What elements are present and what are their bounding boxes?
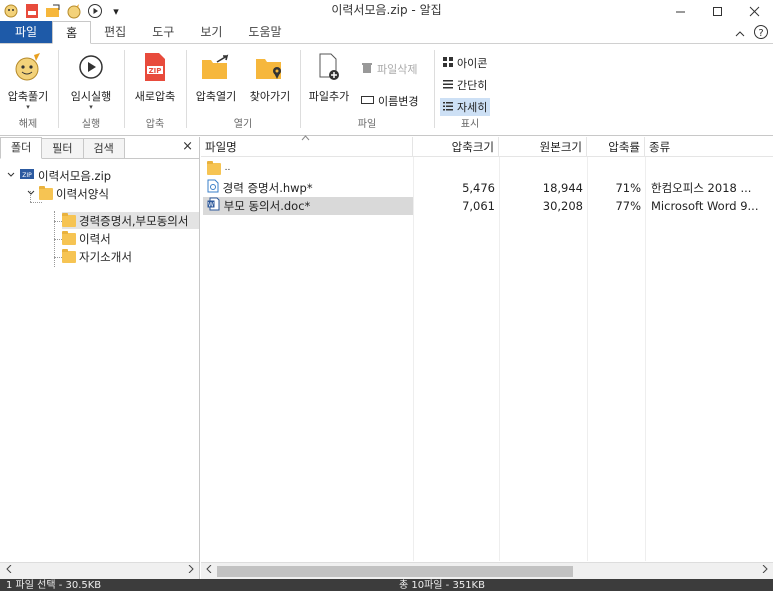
help-icon[interactable]: ? xyxy=(753,24,769,43)
extract-icon[interactable] xyxy=(65,2,83,20)
folder-icon xyxy=(39,185,53,200)
folder-icon xyxy=(62,212,76,227)
new-zip-icon[interactable] xyxy=(23,2,41,20)
list-icon xyxy=(443,79,453,92)
tree-folder-resume-forms[interactable]: 이력서양식 xyxy=(26,185,109,202)
tab-folder[interactable]: 폴더 xyxy=(0,137,43,159)
tree-folder-resume[interactable]: 이력서 xyxy=(62,230,111,247)
file-list-horizontal-scrollbar[interactable] xyxy=(201,562,773,579)
group-file: 파일추가 파일삭제 이름변경 파일 xyxy=(302,48,432,132)
column-header-type[interactable]: 종류 xyxy=(645,137,773,157)
open-zip-button[interactable]: 압축열기 xyxy=(190,50,242,104)
column-header-original[interactable]: 원본크기 xyxy=(499,137,587,157)
status-selection: 1 파일 선택 - 30.5KB xyxy=(6,580,102,591)
rename-button[interactable]: 이름변경 xyxy=(358,92,421,110)
tab-home[interactable]: 홈 xyxy=(52,21,92,44)
folder-panel-tabs: 폴더 필터 검색 × xyxy=(0,137,199,159)
table-row-parent[interactable]: .. xyxy=(201,159,773,177)
word-file-icon: W xyxy=(207,197,220,215)
ribbon: 압축풀기 ▾ 해제 임시실행 ▾ 실행 ZIP 새로압축 압축 압축열기 찾아가… xyxy=(0,44,773,136)
delete-file-button[interactable]: 파일삭제 xyxy=(358,60,420,78)
folder-icon xyxy=(62,230,76,245)
file-list-panel: 파일명 압축크기 원본크기 압축률 종류 .. 경력 증명서.hwp* 5,47… xyxy=(201,134,773,579)
tab-filter[interactable]: 필터 xyxy=(41,138,84,158)
group-run: 임시실행 ▾ 실행 xyxy=(60,48,122,132)
svg-text:?: ? xyxy=(758,28,763,39)
group-extract: 압축풀기 ▾ 해제 xyxy=(0,48,56,132)
sort-caret-icon xyxy=(301,134,310,144)
status-bar: 1 파일 선택 - 30.5KB 총 10파일 - 351KB xyxy=(0,579,773,591)
svg-text:ZIP: ZIP xyxy=(22,172,32,179)
scroll-right-icon[interactable] xyxy=(182,563,199,579)
scroll-right-icon[interactable] xyxy=(757,563,773,579)
table-row[interactable]: 경력 증명서.hwp* 5,476 18,944 71% 한컴오피스 2018 … xyxy=(201,179,773,197)
group-compress: ZIP 새로압축 압축 xyxy=(126,48,184,132)
new-zip-button[interactable]: ZIP 새로압축 xyxy=(130,50,180,104)
panel-close-icon[interactable]: × xyxy=(182,139,193,154)
view-icons-button[interactable]: 아이콘 xyxy=(440,54,490,72)
folder-horizontal-scrollbar[interactable] xyxy=(0,562,199,579)
scroll-left-icon[interactable] xyxy=(0,563,17,579)
play-circle-icon xyxy=(66,50,116,84)
scrollbar-thumb[interactable] xyxy=(217,566,573,577)
folder-panel: 폴더 필터 검색 × ZIP 이력서모음.zip 이력서양식 경력증명서,부모동… xyxy=(0,137,200,579)
open-zip-icon[interactable] xyxy=(44,2,62,20)
add-file-button[interactable]: 파일추가 xyxy=(304,50,354,104)
tab-file[interactable]: 파일 xyxy=(0,21,53,43)
folder-tree: ZIP 이력서모음.zip 이력서양식 경력증명서,부모동의서 이력서 자기소개… xyxy=(0,159,199,557)
tab-view[interactable]: 보기 xyxy=(187,21,235,43)
rename-icon xyxy=(361,95,374,108)
group-open: 압축열기 찾아가기 열기 xyxy=(188,48,298,132)
ribbon-collapse-icon[interactable] xyxy=(735,27,745,41)
alzip-logo-icon[interactable] xyxy=(2,2,20,20)
parent-folder-icon xyxy=(207,160,221,175)
extract-smiley-icon xyxy=(4,50,52,84)
tab-tools[interactable]: 도구 xyxy=(139,21,187,43)
tree-root[interactable]: ZIP 이력서모음.zip xyxy=(6,167,111,184)
trash-icon xyxy=(361,62,373,77)
group-display: 아이콘 간단히 자세히 표시 xyxy=(436,48,504,132)
tab-search[interactable]: 검색 xyxy=(82,138,125,158)
run-icon[interactable] xyxy=(86,2,104,20)
status-total: 총 10파일 - 351KB xyxy=(399,580,485,591)
add-file-icon xyxy=(304,50,354,84)
find-button[interactable]: 찾아가기 xyxy=(244,50,296,104)
collapse-chevron-icon[interactable] xyxy=(26,187,36,201)
title-bar: ▾ 이력서모음.zip - 알집 xyxy=(0,0,773,22)
file-list-header: 파일명 압축크기 원본크기 압축률 종류 xyxy=(201,134,773,157)
grid-icon xyxy=(443,56,453,70)
details-icon xyxy=(443,101,453,114)
open-folder-icon xyxy=(190,50,242,84)
svg-text:W: W xyxy=(208,202,214,209)
column-header-packed[interactable]: 압축크기 xyxy=(413,137,499,157)
view-simple-button[interactable]: 간단히 xyxy=(440,76,490,94)
minimize-icon[interactable] xyxy=(662,0,699,22)
close-icon[interactable] xyxy=(736,0,773,22)
tree-folder-self-intro[interactable]: 자기소개서 xyxy=(62,248,132,265)
view-detail-button[interactable]: 자세히 xyxy=(440,98,491,116)
table-row[interactable]: W 부모 동의서.doc* 7,061 30,208 77% Microsoft… xyxy=(201,197,773,215)
tree-folder-certificate[interactable]: 경력증명서,부모동의서 xyxy=(62,212,199,229)
window-controls xyxy=(662,0,773,22)
zip-file-icon: ZIP xyxy=(130,50,180,84)
maximize-icon[interactable] xyxy=(699,0,736,22)
tab-edit[interactable]: 편집 xyxy=(91,21,139,43)
extract-button[interactable]: 압축풀기 ▾ xyxy=(4,50,52,111)
tab-help[interactable]: 도움말 xyxy=(235,21,294,43)
folder-location-icon xyxy=(244,50,296,84)
folder-icon xyxy=(62,248,76,263)
hwp-file-icon xyxy=(207,179,219,197)
zip-archive-icon: ZIP xyxy=(19,167,35,184)
qat-dropdown-icon[interactable]: ▾ xyxy=(107,2,125,20)
collapse-chevron-icon[interactable] xyxy=(6,169,16,183)
ribbon-tabs: 파일 홈 편집 도구 보기 도움말 ? xyxy=(0,21,773,44)
scroll-left-icon[interactable] xyxy=(201,563,217,579)
column-header-ratio[interactable]: 압축률 xyxy=(587,137,645,157)
svg-text:ZIP: ZIP xyxy=(149,67,162,75)
temp-run-button[interactable]: 임시실행 ▾ xyxy=(66,50,116,111)
quick-access-toolbar: ▾ xyxy=(0,0,125,22)
